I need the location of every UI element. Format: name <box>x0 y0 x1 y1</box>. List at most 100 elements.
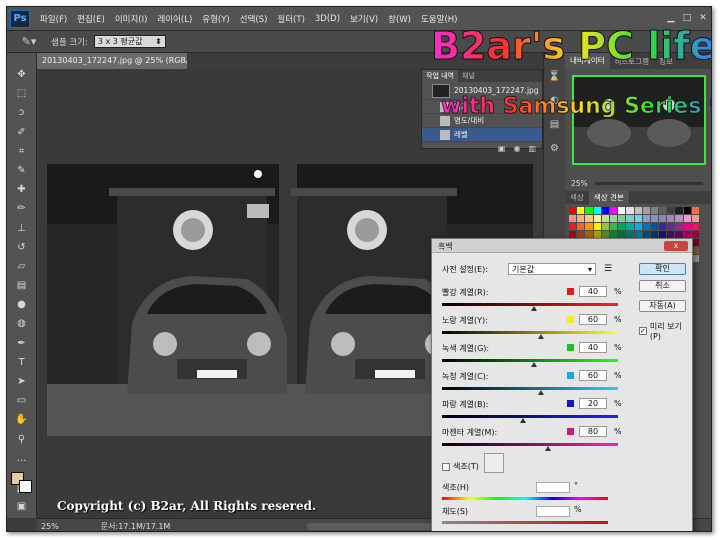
preview-checkbox[interactable]: ✓ 미리 보기(P) <box>639 321 692 341</box>
menu-view[interactable]: 보기(V) <box>350 13 378 25</box>
more-tools-icon[interactable]: … <box>12 451 32 467</box>
swatch-0-9[interactable] <box>642 207 650 214</box>
swatch-1-12[interactable] <box>667 215 675 222</box>
crop-tool-icon[interactable]: ⌗ <box>12 144 32 160</box>
slider-thumb[interactable] <box>530 362 537 367</box>
swatch-3-10[interactable] <box>650 231 659 238</box>
swatch-2-11[interactable] <box>659 223 667 230</box>
history-item-levels[interactable]: 레벨 <box>422 128 542 142</box>
slider-thumb[interactable] <box>537 390 544 395</box>
swatch-1-4[interactable] <box>601 215 609 222</box>
hue-input[interactable] <box>536 482 570 493</box>
swatch-3-2[interactable] <box>585 231 593 238</box>
swatch-0-7[interactable] <box>626 207 634 214</box>
swatch-0-14[interactable] <box>683 207 691 214</box>
menu-type[interactable]: 유형(Y) <box>202 13 229 25</box>
gradient-tool-icon[interactable]: ▤ <box>12 278 32 294</box>
pen-tool-icon[interactable]: ✒ <box>12 336 32 352</box>
swatch-2-4[interactable] <box>601 223 609 230</box>
preset-menu-icon[interactable]: ☰ <box>604 264 612 274</box>
menu-image[interactable]: 이미지(I) <box>115 13 148 25</box>
swatch-3-9[interactable] <box>642 231 650 238</box>
slider-value-input[interactable]: 80 <box>579 426 607 437</box>
slider-thumb[interactable] <box>537 334 544 339</box>
history-brush-tool-icon[interactable]: ↺ <box>12 240 32 256</box>
swatch-2-10[interactable] <box>650 223 659 230</box>
healing-brush-tool-icon[interactable]: ✚ <box>12 182 32 198</box>
swatch-3-1[interactable] <box>577 231 585 238</box>
swatch-1-3[interactable] <box>593 215 601 222</box>
swatch-0-11[interactable] <box>659 207 667 214</box>
trash-icon[interactable]: ▥ <box>528 144 536 153</box>
swatch-3-15[interactable] <box>691 231 699 238</box>
swatch-1-1[interactable] <box>577 215 585 222</box>
swatch-1-13[interactable] <box>675 215 683 222</box>
swatch-2-2[interactable] <box>585 223 593 230</box>
swatch-2-13[interactable] <box>675 223 683 230</box>
color-picker[interactable] <box>10 471 33 493</box>
tab-color[interactable]: 색상 <box>565 192 589 203</box>
swatch-1-8[interactable] <box>634 215 642 222</box>
camera-icon[interactable]: ◉ <box>513 144 520 153</box>
swatch-2-3[interactable] <box>593 223 601 230</box>
swatch-3-0[interactable] <box>569 231 577 238</box>
zoom-tool-icon[interactable]: ⚲ <box>12 432 32 448</box>
swatch-3-12[interactable] <box>667 231 675 238</box>
cancel-button[interactable]: 취소 <box>639 280 686 292</box>
swatch-2-9[interactable] <box>642 223 650 230</box>
tab-swatches[interactable]: 색상 견본 <box>588 189 629 206</box>
slider-value-input[interactable]: 60 <box>579 314 607 325</box>
menu-file[interactable]: 파일(F) <box>40 13 67 25</box>
slider-thumb[interactable] <box>530 306 537 311</box>
swatch-1-14[interactable] <box>683 215 691 222</box>
saturation-input[interactable] <box>536 506 570 517</box>
swatch-2-1[interactable] <box>577 223 585 230</box>
swatch-2-0[interactable] <box>569 223 577 230</box>
hand-tool-icon[interactable]: ✋ <box>12 412 32 428</box>
swatch-0-2[interactable] <box>585 207 593 214</box>
slider-track[interactable] <box>442 331 618 334</box>
swatch-3-13[interactable] <box>675 231 683 238</box>
swatch-3-7[interactable] <box>626 231 634 238</box>
move-tool-icon[interactable]: ✥ <box>12 67 32 83</box>
menu-filter[interactable]: 필터(T) <box>277 13 304 25</box>
quick-select-tool-icon[interactable]: ✐ <box>12 125 32 141</box>
slider-thumb[interactable] <box>544 446 551 451</box>
blur-tool-icon[interactable]: ● <box>12 297 32 313</box>
dodge-tool-icon[interactable]: ◍ <box>12 316 32 332</box>
swatch-2-6[interactable] <box>618 223 626 230</box>
swatch-0-8[interactable] <box>634 207 642 214</box>
swatch-0-15[interactable] <box>691 207 699 214</box>
swatch-3-6[interactable] <box>618 231 626 238</box>
swatch-1-9[interactable] <box>642 215 650 222</box>
swatch-1-15[interactable] <box>691 215 699 222</box>
swatch-0-6[interactable] <box>618 207 626 214</box>
swatch-3-5[interactable] <box>609 231 618 238</box>
navigator-zoom[interactable]: 25% <box>571 179 588 188</box>
preset-select[interactable]: 기본값 ▾ <box>508 263 596 275</box>
navigator-zoom-slider[interactable] <box>595 182 703 185</box>
shape-tool-icon[interactable]: ▭ <box>12 393 32 409</box>
saturation-slider[interactable] <box>442 521 608 524</box>
marquee-tool-icon[interactable]: ⬚ <box>12 86 32 102</box>
swatch-1-5[interactable] <box>609 215 618 222</box>
swatch-1-11[interactable] <box>659 215 667 222</box>
swatch-2-5[interactable] <box>609 223 618 230</box>
slider-thumb[interactable] <box>519 418 526 423</box>
sample-size-select[interactable]: 3 x 3 평균값 ⬍ <box>93 35 166 48</box>
menu-select[interactable]: 선택(S) <box>240 13 268 25</box>
swatch-1-0[interactable] <box>569 215 577 222</box>
hue-slider[interactable] <box>442 497 608 500</box>
screen-mode-icon[interactable]: ▣ <box>12 499 32 515</box>
swatch-0-3[interactable] <box>593 207 601 214</box>
tint-color-swatch[interactable] <box>484 453 504 473</box>
eyedropper-tool-icon[interactable]: ✎ <box>12 163 32 179</box>
swatch-0-4[interactable] <box>601 207 609 214</box>
swatch-1-2[interactable] <box>585 215 593 222</box>
slider-value-input[interactable]: 60 <box>579 370 607 381</box>
swatch-2-14[interactable] <box>683 223 691 230</box>
swatch-1-7[interactable] <box>626 215 634 222</box>
swatch-2-15[interactable] <box>691 223 699 230</box>
slider-track[interactable] <box>442 443 618 446</box>
eraser-tool-icon[interactable]: ▱ <box>12 259 32 275</box>
